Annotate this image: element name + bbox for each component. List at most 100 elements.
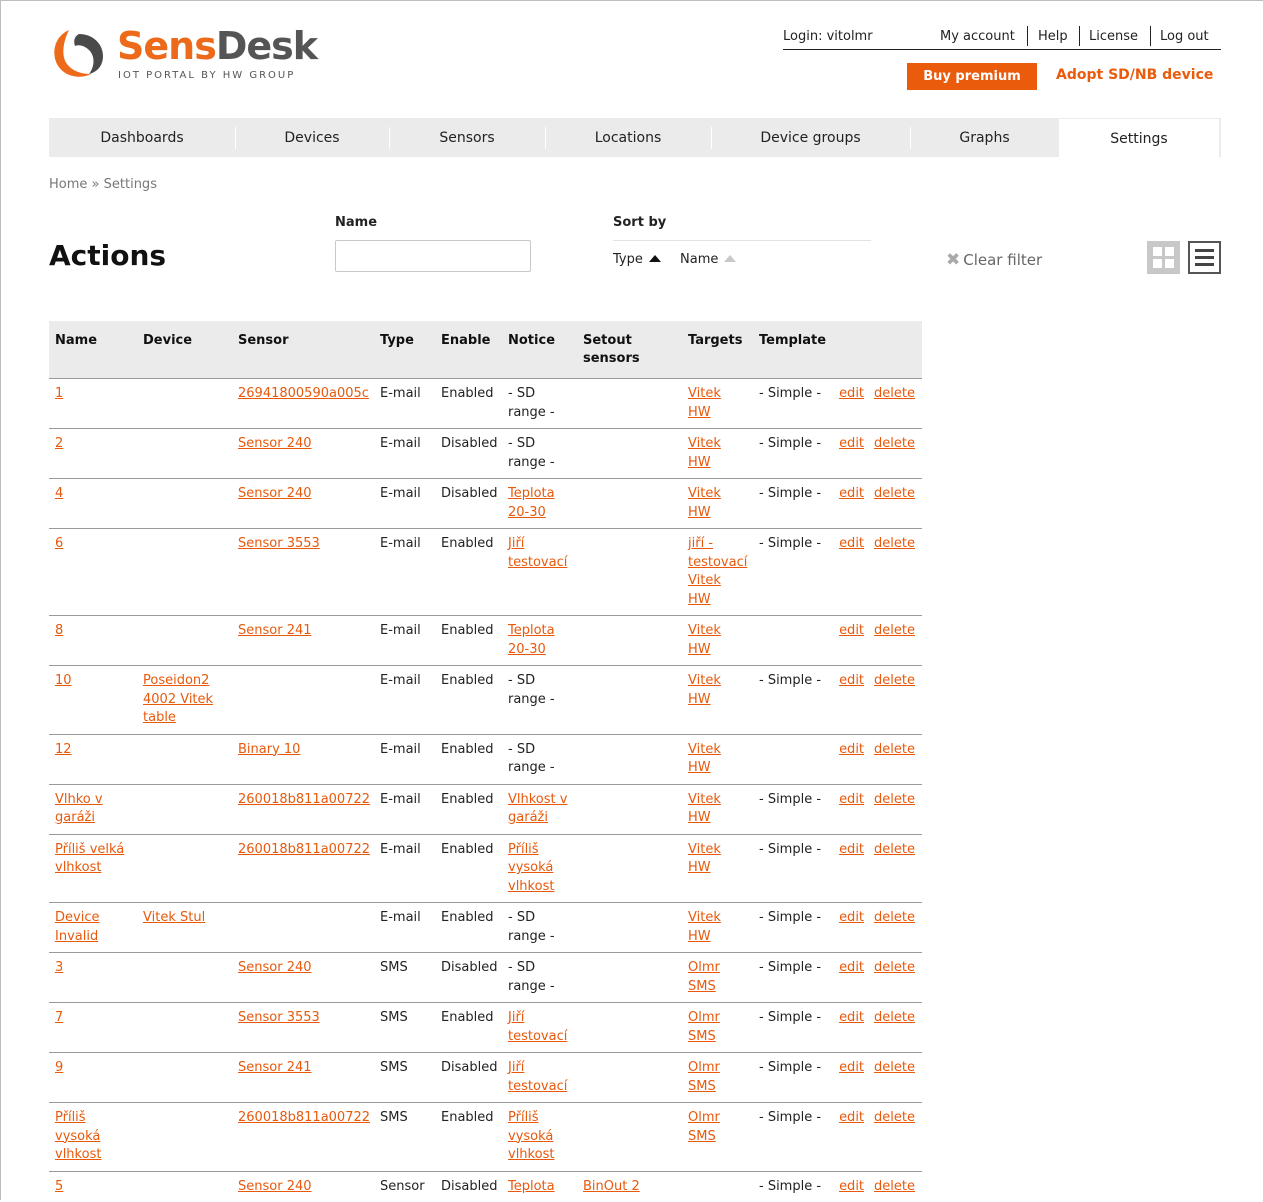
name-link[interactable]: Příliš vysoká vlhkost [55,1110,101,1162]
notice-link[interactable]: Jiří testovací [508,1010,567,1044]
targets-link[interactable]: Vitek HW [688,436,721,470]
tab-dashboards[interactable]: Dashboards [49,118,235,157]
delete-link[interactable]: delete [874,386,915,401]
my-account-link[interactable]: My account [940,29,1015,44]
notice-link[interactable]: Vlhkost v garáži [508,792,567,826]
targets-link[interactable]: Olmr SMS [688,960,720,994]
device-link[interactable]: Poseidon2 4002 Vitek table [143,673,213,725]
edit-link[interactable]: edit [839,1110,864,1125]
name-link[interactable]: 5 [55,1179,63,1194]
delete-link[interactable]: delete [874,742,915,757]
edit-link[interactable]: edit [839,792,864,807]
clear-filter-button[interactable]: ✖ Clear filter [946,250,1042,270]
delete-link[interactable]: delete [874,673,915,688]
targets-link[interactable]: Vitek HW [688,792,721,826]
name-link[interactable]: 1 [55,386,63,401]
column-header[interactable]: Setout sensors [577,321,682,379]
edit-link[interactable]: edit [839,486,864,501]
brand-logo[interactable]: SensDesk IOT PORTAL BY HW GROUP [49,26,319,86]
help-link[interactable]: Help [1038,29,1068,44]
notice-link[interactable]: Příliš vysoká vlhkost [508,1110,554,1162]
edit-link[interactable]: edit [839,673,864,688]
targets-link[interactable]: Vitek HW [688,910,721,944]
column-header[interactable]: Name [49,321,137,379]
notice-link[interactable]: Teplota 20-30 [508,623,555,657]
column-header[interactable]: Enable [435,321,502,379]
delete-link[interactable]: delete [874,910,915,925]
edit-link[interactable]: edit [839,960,864,975]
buy-premium-button[interactable]: Buy premium [907,63,1037,90]
targets-link[interactable]: Vitek HW [688,486,721,520]
tab-device-groups[interactable]: Device groups [711,118,910,157]
sensor-link[interactable]: 26941800590a005c [238,386,369,401]
delete-link[interactable]: delete [874,1010,915,1025]
delete-link[interactable]: delete [874,486,915,501]
tab-locations[interactable]: Locations [545,118,711,157]
delete-link[interactable]: delete [874,1110,915,1125]
edit-link[interactable]: edit [839,910,864,925]
name-link[interactable]: 9 [55,1060,63,1075]
column-header[interactable]: Targets [682,321,753,379]
targets-link[interactable]: Vitek HW [688,673,721,707]
edit-link[interactable]: edit [839,436,864,451]
targets-link[interactable]: Vitek HW [688,742,721,776]
sensor-link[interactable]: 260018b811a00722 [238,792,370,807]
column-header[interactable]: Sensor [232,321,374,379]
tab-sensors[interactable]: Sensors [389,118,545,157]
name-link[interactable]: 8 [55,623,63,638]
name-link[interactable]: 10 [55,673,72,688]
list-view-button[interactable] [1188,241,1221,274]
logout-link[interactable]: Log out [1160,29,1209,44]
sensor-link[interactable]: Sensor 3553 [238,1010,320,1025]
targets-link[interactable]: Vitek HW [688,386,721,420]
sensor-link[interactable]: Sensor 3553 [238,536,320,551]
delete-link[interactable]: delete [874,1179,915,1194]
sensor-link[interactable]: Sensor 241 [238,623,312,638]
delete-link[interactable]: delete [874,960,915,975]
sort-by-type[interactable]: Type [613,252,661,267]
column-header[interactable]: Device [137,321,232,379]
sensor-link[interactable]: Sensor 240 [238,960,312,975]
edit-link[interactable]: edit [839,1060,864,1075]
name-link[interactable]: Příliš velká vlhkost [55,842,124,876]
name-link[interactable]: 7 [55,1010,63,1025]
sensor-link[interactable]: Binary 10 [238,742,300,757]
setout-link[interactable]: BinOut 2 [583,1179,640,1194]
sensor-link[interactable]: Sensor 241 [238,1060,312,1075]
edit-link[interactable]: edit [839,1179,864,1194]
edit-link[interactable]: edit [839,742,864,757]
name-link[interactable]: 4 [55,486,63,501]
notice-link[interactable]: Příliš vysoká vlhkost [508,842,554,894]
notice-link[interactable]: Teplota [508,1179,555,1194]
delete-link[interactable]: delete [874,842,915,857]
targets-link[interactable]: jiří - testovací Vitek HW [688,536,747,607]
tab-devices[interactable]: Devices [235,118,389,157]
column-header[interactable]: Notice [502,321,577,379]
edit-link[interactable]: edit [839,1010,864,1025]
name-link[interactable]: 12 [55,742,72,757]
sensor-link[interactable]: Sensor 240 [238,436,312,451]
delete-link[interactable]: delete [874,792,915,807]
grid-view-button[interactable] [1147,241,1180,274]
targets-link[interactable]: Olmr SMS [688,1060,720,1094]
targets-link[interactable]: Olmr SMS [688,1010,720,1044]
delete-link[interactable]: delete [874,436,915,451]
edit-link[interactable]: edit [839,536,864,551]
targets-link[interactable]: Olmr SMS [688,1110,720,1144]
tab-graphs[interactable]: Graphs [910,118,1059,157]
delete-link[interactable]: delete [874,623,915,638]
edit-link[interactable]: edit [839,842,864,857]
sensor-link[interactable]: 260018b811a00722 [238,1110,370,1125]
delete-link[interactable]: delete [874,1060,915,1075]
breadcrumb-home[interactable]: Home [49,177,87,192]
sensor-link[interactable]: 260018b811a00722 [238,842,370,857]
edit-link[interactable]: edit [839,623,864,638]
sensor-link[interactable]: Sensor 240 [238,486,312,501]
sensor-link[interactable]: Sensor 240 [238,1179,312,1194]
notice-link[interactable]: Teplota 20-30 [508,486,555,520]
adopt-device-link[interactable]: Adopt SD/NB device [1056,67,1213,83]
name-link[interactable]: 2 [55,436,63,451]
column-header[interactable]: Template [753,321,831,379]
name-link[interactable]: Vlhko v garáži [55,792,103,826]
targets-link[interactable]: Vitek HW [688,842,721,876]
